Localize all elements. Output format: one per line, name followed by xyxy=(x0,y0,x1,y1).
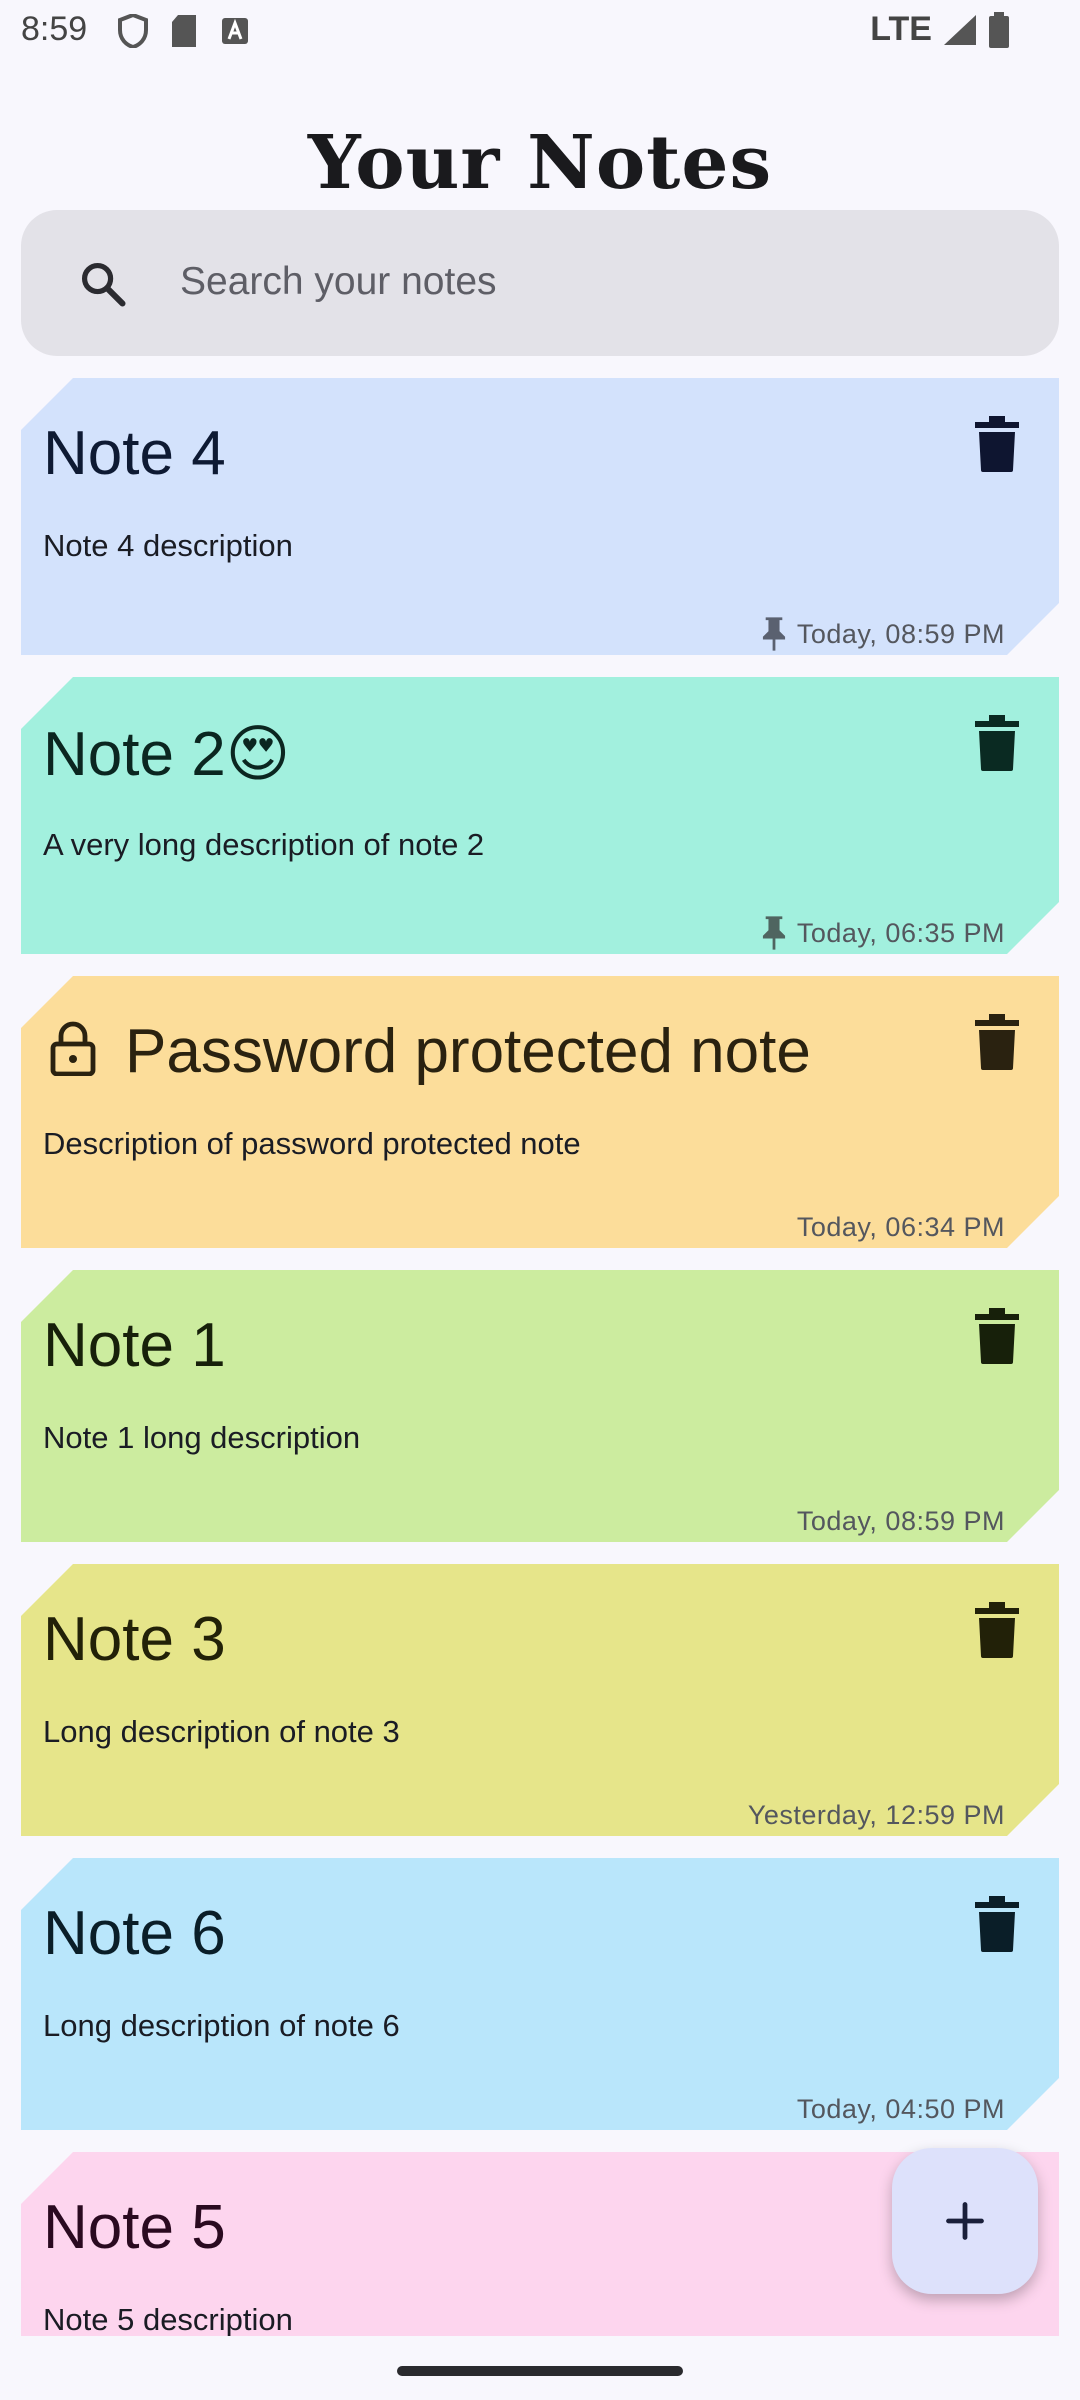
trash-icon[interactable] xyxy=(975,1602,1019,1658)
shield-icon xyxy=(118,14,148,48)
note-date: Today, 08:59 PM xyxy=(759,616,1005,652)
note-title: Note 1 xyxy=(43,1311,226,1380)
note-description: Note 4 description xyxy=(43,528,293,563)
search-bar[interactable]: Search your notes xyxy=(21,210,1059,356)
note-card[interactable]: Note 4 Note 4 description Today, 08:59 P… xyxy=(21,378,1059,655)
note-date-text: Today, 08:59 PM xyxy=(796,618,1005,649)
text-app-icon xyxy=(222,18,248,44)
note-date-text: Today, 06:35 PM xyxy=(796,917,1005,948)
status-bar: 8:59 LTE xyxy=(0,0,1080,66)
note-date-text: Today, 08:59 PM xyxy=(796,1506,1005,1536)
note-date: Today, 06:35 PM xyxy=(759,915,1005,951)
note-description: Description of password protected note xyxy=(43,1126,581,1161)
battery-icon xyxy=(989,11,1009,48)
note-title: Note 6 xyxy=(43,1899,226,1968)
note-title: Password protected note xyxy=(125,1017,811,1086)
lock-icon xyxy=(49,1020,97,1076)
signal-icon xyxy=(944,14,976,45)
note-description: A very long description of note 2 xyxy=(43,827,485,862)
network-type: LTE xyxy=(870,10,932,48)
note-card[interactable]: Note 3 Long description of note 3 Yester… xyxy=(21,1564,1059,1836)
search-icon xyxy=(81,262,126,307)
pin-icon xyxy=(759,616,789,652)
note-date: Today, 04:50 PM xyxy=(797,2094,1005,2125)
note-date-text: Today, 04:50 PM xyxy=(796,2094,1005,2124)
status-right: LTE xyxy=(870,10,1010,49)
note-date: Yesterday, 12:59 PM xyxy=(748,1800,1005,1831)
trash-icon[interactable] xyxy=(975,1896,1019,1952)
note-card[interactable]: Note 1 Note 1 long description Today, 08… xyxy=(21,1270,1059,1542)
page-title: Your Notes xyxy=(307,120,773,206)
note-title: Note 4 xyxy=(43,419,226,488)
search-input[interactable]: Search your notes xyxy=(180,260,497,304)
note-description: Long description of note 3 xyxy=(43,1714,400,1749)
note-date-text: Today, 06:34 PM xyxy=(796,1212,1005,1242)
trash-icon[interactable] xyxy=(975,416,1019,472)
note-title: Note 5 xyxy=(43,2193,226,2262)
note-card[interactable]: Note 2😍 A very long description of note … xyxy=(21,677,1059,954)
home-indicator[interactable] xyxy=(397,2366,683,2376)
note-card[interactable]: Note 6 Long description of note 6 Today,… xyxy=(21,1858,1059,2130)
note-date: Today, 08:59 PM xyxy=(797,1506,1005,1537)
sd-card-icon xyxy=(172,15,196,47)
status-notification-icons xyxy=(118,14,250,48)
plus-icon xyxy=(946,2202,984,2240)
note-date: Today, 06:34 PM xyxy=(797,1212,1005,1243)
note-description: Long description of note 6 xyxy=(43,2008,400,2043)
note-description: Note 5 description xyxy=(43,2302,293,2337)
trash-icon[interactable] xyxy=(975,1014,1019,1070)
note-title: Note 3 xyxy=(43,1605,226,1674)
add-note-button[interactable] xyxy=(892,2148,1038,2294)
note-card[interactable]: Password protected note Description of p… xyxy=(21,976,1059,1248)
note-date-text: Yesterday, 12:59 PM xyxy=(747,1800,1005,1830)
trash-icon[interactable] xyxy=(975,1308,1019,1364)
trash-icon[interactable] xyxy=(975,715,1019,771)
note-title: Note 2😍 xyxy=(43,720,291,789)
status-time: 8:59 xyxy=(21,10,88,48)
note-description: Note 1 long description xyxy=(43,1420,361,1455)
pin-icon xyxy=(759,915,789,951)
